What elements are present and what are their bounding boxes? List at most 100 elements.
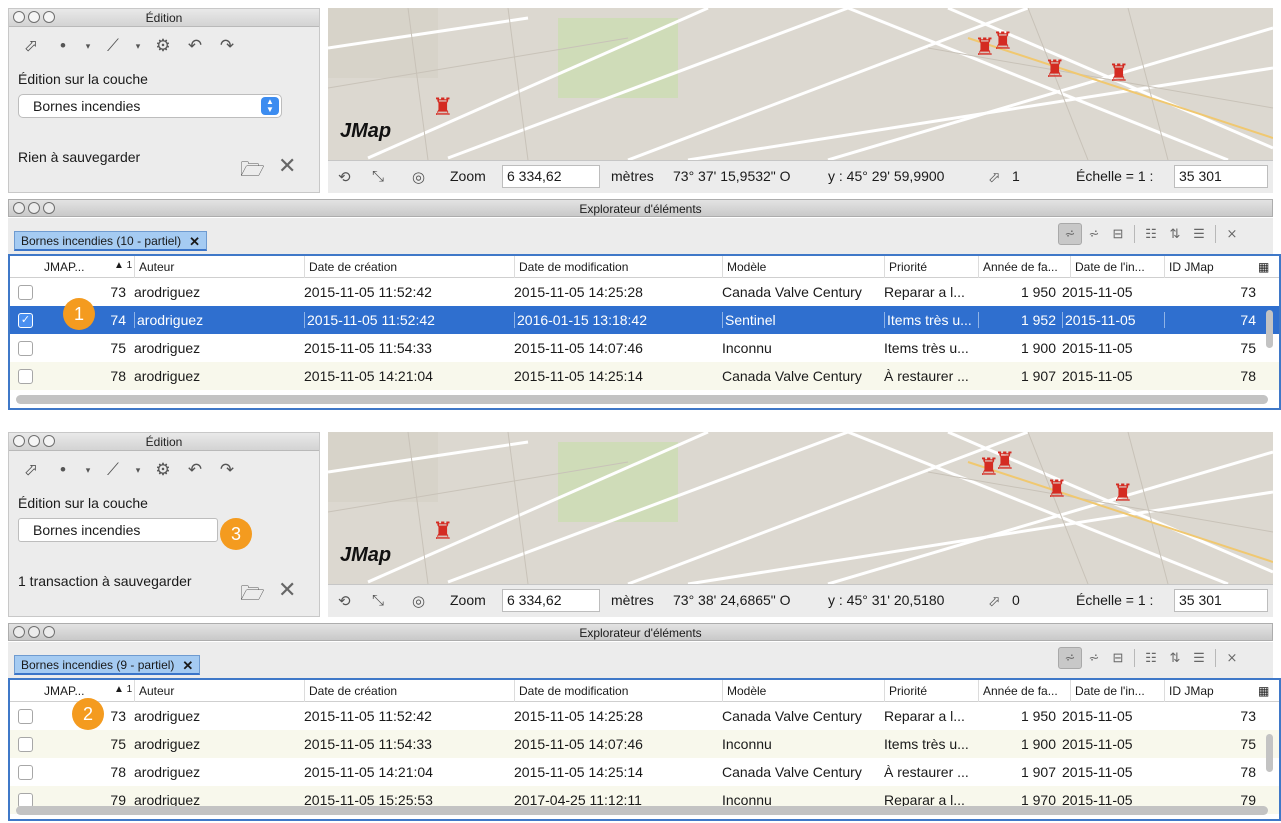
column-chooser-icon[interactable]: ▦ — [1258, 260, 1269, 274]
redo-icon[interactable]: ↷ — [213, 32, 241, 60]
column-chooser-icon[interactable]: ▦ — [1258, 684, 1269, 698]
table-row[interactable]: ✓ 74 arodriguez 2015-11-05 11:52:42 2016-01-… — [10, 306, 1279, 334]
locate-icon[interactable]: ◎ — [412, 168, 425, 186]
column-header[interactable]: Date de l'in... — [1070, 680, 1145, 702]
hydrant-icon[interactable]: ♜ — [994, 450, 1016, 474]
clear-icon[interactable]: ⨯ — [1220, 223, 1244, 245]
group-icon[interactable]: ☰ — [1187, 223, 1211, 245]
list-icon[interactable]: ☷ — [1139, 223, 1163, 245]
table-row[interactable]: 75 arodriguez 2015-11-05 11:54:33 2015-11-0… — [10, 730, 1279, 758]
hydrant-icon[interactable]: ♜ — [1108, 62, 1130, 86]
column-header[interactable]: Priorité — [884, 256, 927, 278]
columns-icon[interactable]: ⊟ — [1106, 647, 1130, 669]
layer-select[interactable]: Bornes incendies ▲ ▼ — [18, 94, 282, 118]
group-icon[interactable]: ☰ — [1187, 647, 1211, 669]
hydrant-icon[interactable]: ♜ — [432, 96, 454, 120]
column-header[interactable]: ID JMap — [1164, 256, 1214, 278]
horizontal-scrollbar[interactable] — [16, 395, 1268, 404]
fit-extent-icon[interactable]: ⤡ — [372, 168, 384, 185]
column-header[interactable]: Date de modification — [514, 256, 628, 278]
sort-icon[interactable]: ⇅ — [1163, 647, 1187, 669]
vertical-scrollbar[interactable] — [1266, 734, 1273, 772]
move-icon[interactable]: ⚙ — [149, 456, 177, 484]
unit-label: mètres — [611, 168, 654, 184]
filter-selection-icon[interactable]: ⩫ — [1058, 647, 1082, 669]
point-icon[interactable]: • — [49, 456, 77, 484]
scale-input[interactable]: 35 301 — [1174, 165, 1268, 188]
save-icon[interactable]: 🗁 — [240, 155, 265, 189]
table-row[interactable]: 73 arodriguez 2015-11-05 11:52:42 2015-11-0… — [10, 702, 1279, 730]
fit-extent-icon[interactable]: ⤡ — [372, 592, 384, 609]
sort-indicator[interactable]: ▲ 1 — [114, 260, 132, 271]
hydrant-icon[interactable]: ♜ — [1112, 482, 1134, 506]
column-header[interactable]: Priorité — [884, 680, 927, 702]
zoom-input[interactable]: 6 334,62 — [502, 165, 600, 188]
column-header[interactable]: Date de l'in... — [1070, 256, 1145, 278]
locate-icon[interactable]: ◎ — [412, 592, 425, 610]
cell-modified: 2015-11-05 14:25:14 — [514, 368, 643, 384]
refresh-icon[interactable]: ⟲ — [338, 592, 351, 610]
column-header[interactable]: Date de modification — [514, 680, 628, 702]
column-header[interactable]: Année de fa... — [978, 256, 1058, 278]
polygon-dropdown-icon[interactable]: ▾ — [131, 456, 145, 484]
column-header[interactable]: Auteur — [134, 680, 174, 702]
map-view[interactable]: ♜ ♜ ♜ ♜ ♜ JMap — [328, 8, 1273, 160]
list-icon[interactable]: ☷ — [1139, 647, 1163, 669]
layer-tab[interactable]: Bornes incendies (9 - partiel) ✕ — [14, 655, 201, 675]
point-dropdown-icon[interactable]: ▾ — [81, 32, 95, 60]
column-header[interactable]: Modèle — [722, 256, 766, 278]
undo-icon[interactable]: ↶ — [181, 32, 209, 60]
cancel-icon[interactable]: ✕ — [278, 153, 296, 179]
layer-select[interactable]: Bornes incendies — [18, 518, 218, 542]
jmap-logo: JMap — [340, 544, 392, 566]
vertical-scrollbar[interactable] — [1266, 310, 1273, 348]
close-tab-icon[interactable]: ✕ — [189, 234, 200, 249]
column-header[interactable]: Date de création — [304, 256, 397, 278]
edit-tool-icon[interactable]: ⬀ — [17, 456, 45, 484]
sort-icon[interactable]: ⇅ — [1163, 223, 1187, 245]
filter-icon[interactable]: ⩫ — [1082, 223, 1106, 245]
cell-jmap: 75 — [1240, 736, 1256, 752]
column-header[interactable]: JMAP... — [44, 260, 84, 274]
polygon-icon[interactable]: ⟋ — [99, 32, 127, 60]
column-header[interactable]: ID JMap — [1164, 680, 1214, 702]
move-icon[interactable]: ⚙ — [149, 32, 177, 60]
refresh-icon[interactable]: ⟲ — [338, 168, 351, 186]
table-row[interactable]: 75 arodriguez 2015-11-05 11:54:33 2015-11-0… — [10, 334, 1279, 362]
zoom-input[interactable]: 6 334,62 — [502, 589, 600, 612]
attribute-table: JMAP... ▲ 1 Auteur Date de création Date… — [8, 254, 1281, 410]
scale-input[interactable]: 35 301 — [1174, 589, 1268, 612]
columns-icon[interactable]: ⊟ — [1106, 223, 1130, 245]
column-header[interactable]: JMAP... — [44, 684, 84, 698]
table-row[interactable]: 78 arodriguez 2015-11-05 14:21:04 2015-11-0… — [10, 758, 1279, 786]
save-row: Rien à sauvegarder 🗁 ✕ — [18, 149, 309, 189]
column-header[interactable]: Année de fa... — [978, 680, 1058, 702]
save-icon[interactable]: 🗁 — [240, 579, 265, 613]
sort-indicator[interactable]: ▲ 1 — [114, 684, 132, 695]
column-header[interactable]: Modèle — [722, 680, 766, 702]
close-tab-icon[interactable]: ✕ — [182, 658, 193, 673]
undo-icon[interactable]: ↶ — [181, 456, 209, 484]
hydrant-icon[interactable]: ♜ — [1046, 478, 1068, 502]
redo-icon[interactable]: ↷ — [213, 456, 241, 484]
edit-tool-icon[interactable]: ⬀ — [17, 32, 45, 60]
table-row[interactable]: 73 arodriguez 2015-11-05 11:52:42 2015-11-0… — [10, 278, 1279, 306]
map-view[interactable]: ♜ ♜ ♜ ♜ ♜ JMap — [328, 432, 1273, 584]
hydrant-icon[interactable]: ♜ — [992, 30, 1014, 54]
table-row[interactable]: 78 arodriguez 2015-11-05 14:21:04 2015-11-0… — [10, 362, 1279, 390]
hydrant-icon[interactable]: ♜ — [1044, 58, 1066, 82]
screen-before: Édition ⬀ • ▾ ⟋ ▾ ⚙ ↶ ↷ Édition sur la c… — [0, 0, 1281, 412]
filter-selection-icon[interactable]: ⩫ — [1058, 223, 1082, 245]
polygon-icon[interactable]: ⟋ — [99, 456, 127, 484]
horizontal-scrollbar[interactable] — [16, 806, 1268, 815]
polygon-dropdown-icon[interactable]: ▾ — [131, 32, 145, 60]
filter-icon[interactable]: ⩫ — [1082, 647, 1106, 669]
clear-icon[interactable]: ⨯ — [1220, 647, 1244, 669]
hydrant-icon[interactable]: ♜ — [432, 520, 454, 544]
cancel-icon[interactable]: ✕ — [278, 577, 296, 603]
column-header[interactable]: Auteur — [134, 256, 174, 278]
point-dropdown-icon[interactable]: ▾ — [81, 456, 95, 484]
point-icon[interactable]: • — [49, 32, 77, 60]
layer-tab[interactable]: Bornes incendies (10 - partiel) ✕ — [14, 231, 207, 251]
column-header[interactable]: Date de création — [304, 680, 397, 702]
